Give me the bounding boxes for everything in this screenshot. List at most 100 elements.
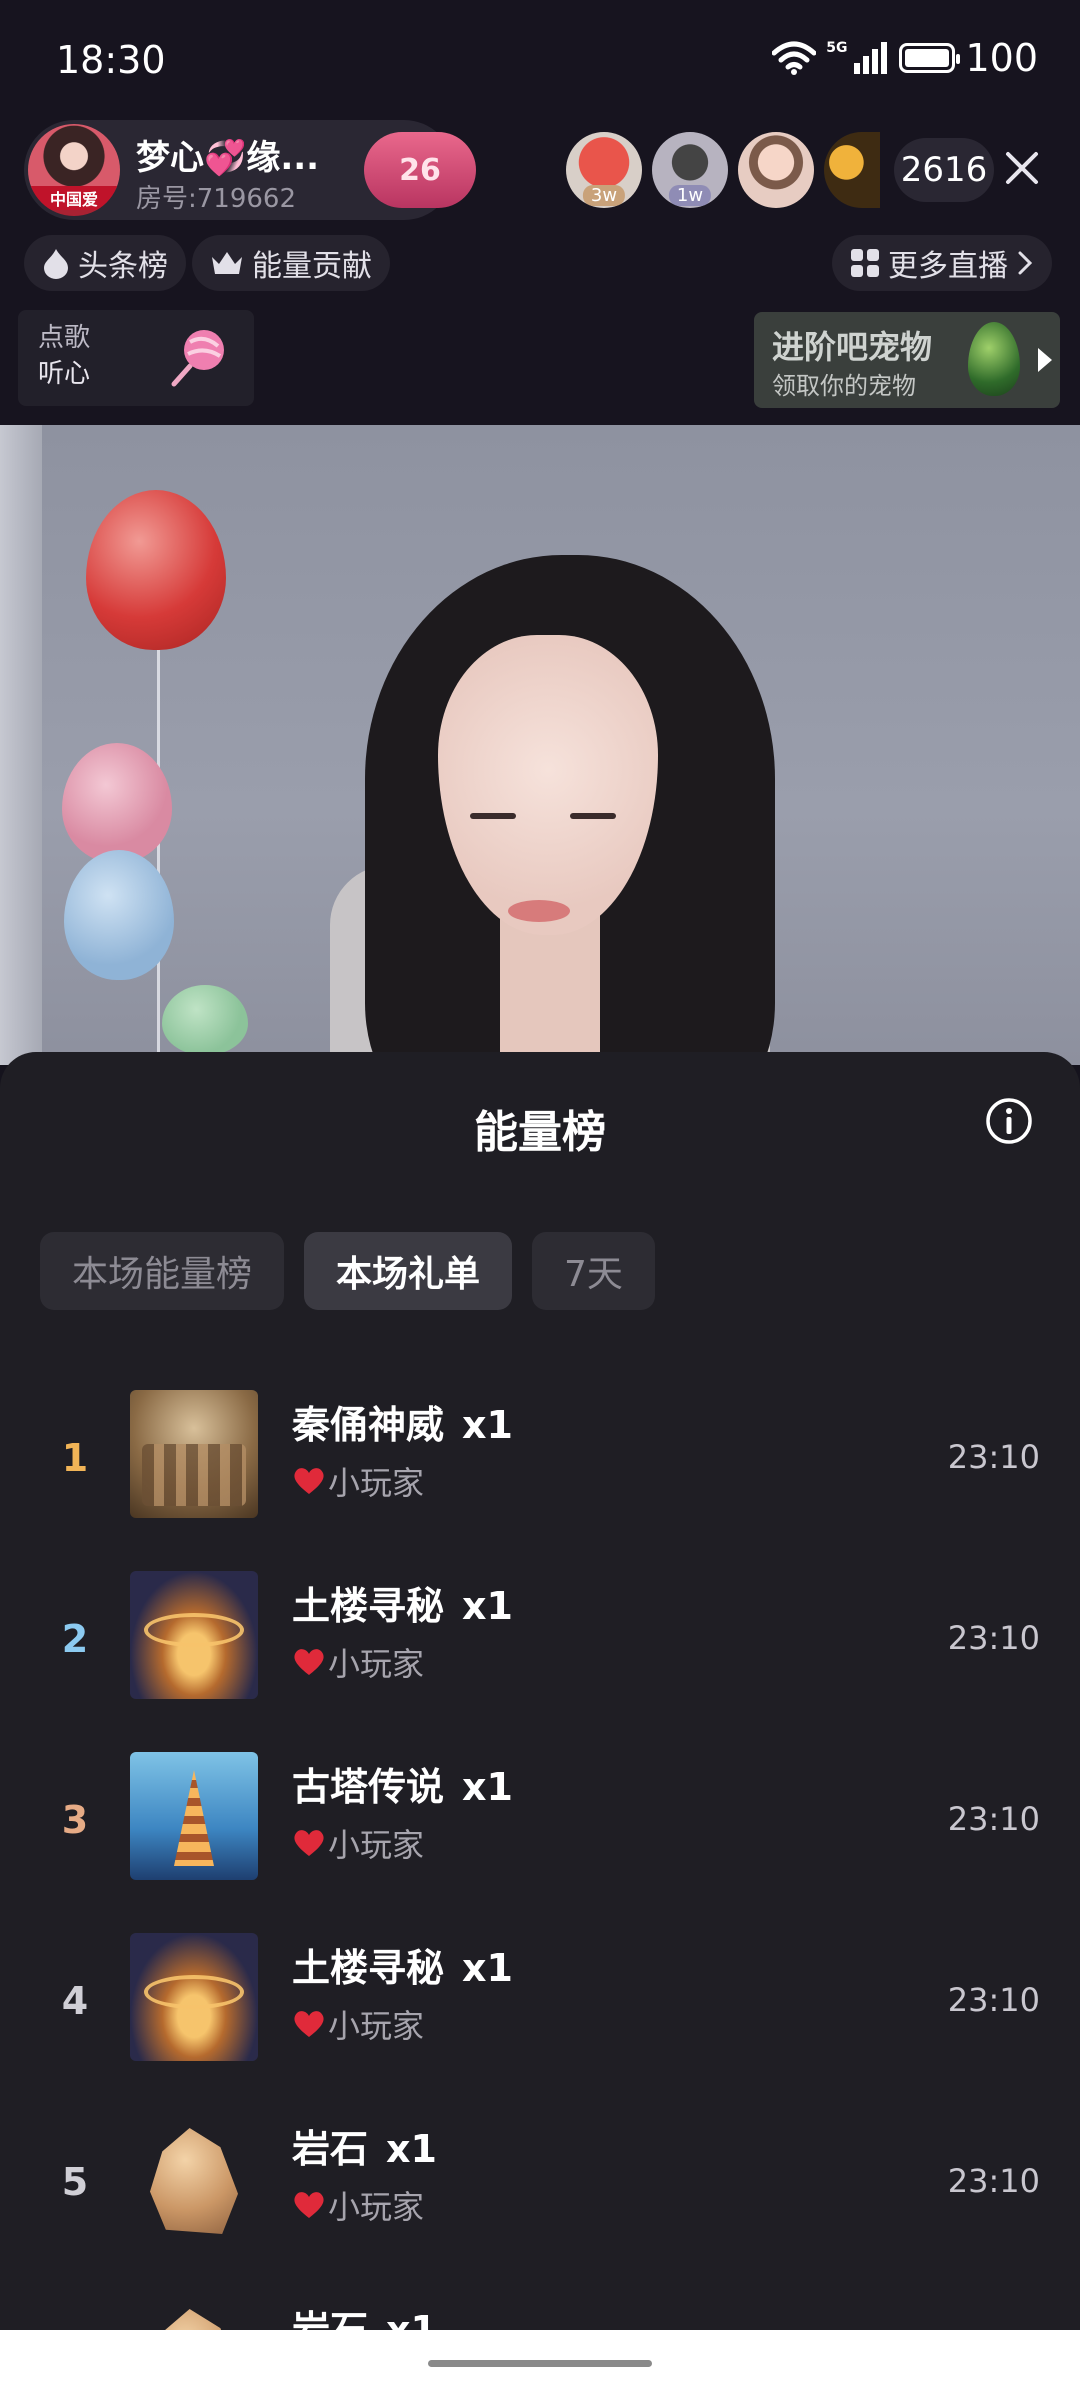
battery-level [905,49,950,67]
heart-icon [294,2192,324,2218]
sheet-title: 能量榜 [474,1107,606,1158]
gift-row[interactable]: 3 古塔传说 x1 小玩家 23:10 [0,1734,1080,1915]
gift-name: 土楼寻秘 [292,1584,445,1628]
pet-promo-subtitle: 领取你的宠物 [772,372,916,400]
host-name: 梦心💞缘... [136,138,320,178]
play-arrow-icon [1038,348,1052,372]
tulou-thumbnail [130,1933,258,2061]
song-request-card[interactable]: 点歌 听心 [18,310,254,406]
battery-percent: 100 [965,36,1038,80]
gift-name-line: 土楼寻秘 x1 [292,1575,513,1630]
status-icons: 5G 100 [772,36,1038,80]
info-icon[interactable] [984,1096,1034,1146]
gift-time: 23:10 [947,1800,1040,1838]
gift-count: x1 [462,1765,513,1809]
live-video[interactable] [0,425,1080,1065]
gift-sender-name: 小玩家 [328,2188,425,2226]
signal-icon [854,42,888,74]
status-time: 18:30 [56,38,166,82]
home-indicator[interactable] [428,2360,652,2367]
viewer-avatar[interactable] [824,132,880,208]
gift-sender: 小玩家 [292,2182,424,2228]
room-number: 房号:719662 [136,184,297,214]
wifi-icon [772,41,817,75]
close-icon[interactable] [996,142,1048,194]
energy-contribution-chip[interactable]: 能量贡献 [192,235,390,291]
heart-icon [294,1468,324,1494]
tulou-thumbnail [130,1571,258,1699]
viewer-count[interactable]: 2616 [894,138,994,202]
balloon-blue [64,850,174,980]
gift-sender-name: 小玩家 [328,1826,425,1864]
gift-sender-name: 小玩家 [328,1645,425,1683]
song-request-text: 点歌 听心 [38,320,90,392]
gift-list: 1 秦俑神威 x1 小玩家 23:10 2 土楼寻秘 x1 小玩家 23:10 3 … [0,1372,1080,2400]
gift-name: 秦俑神威 [292,1403,445,1447]
gift-rank: 3 [61,1798,89,1842]
gift-time: 23:10 [947,1438,1040,1476]
headlines-chip[interactable]: 头条榜 [24,235,186,291]
chevron-right-icon [1018,251,1033,275]
streamer-eye [570,813,616,819]
host-level-badge[interactable]: 26 [364,132,476,208]
gift-count: x1 [462,1403,513,1447]
viewer-avatar[interactable]: 3w [566,132,642,208]
pet-egg-icon [968,322,1020,396]
gift-time: 23:10 [947,1619,1040,1657]
gift-name-line: 土楼寻秘 x1 [292,1937,513,1992]
tab-session-gifts[interactable]: 本场礼单 [304,1232,513,1310]
pagoda-thumbnail [130,1752,258,1880]
crown-icon [212,252,242,274]
balloon-pink [62,743,172,863]
gift-name-line: 岩石 x1 [292,2118,437,2173]
navigation-bar [0,2330,1080,2400]
gift-name-line: 秦俑神威 x1 [292,1394,513,1449]
gift-count: x1 [462,1946,513,1990]
tab-7-days[interactable]: 7天 [532,1232,655,1310]
gift-rank: 5 [61,2160,89,2204]
gift-name-line: 古塔传说 x1 [292,1756,513,1811]
gift-name: 土楼寻秘 [292,1946,445,1990]
song-request-line1: 点歌 [38,323,91,353]
gift-sender-name: 小玩家 [328,2007,425,2045]
rock-thumbnail [130,2114,258,2242]
viewer-avatar[interactable]: 1w [652,132,728,208]
balloon-red [86,490,226,650]
host-info[interactable]: 中国爱 梦心💞缘... 房号:719662 26 [24,120,476,220]
headlines-label: 头条榜 [78,249,168,284]
gift-row[interactable]: 2 土楼寻秘 x1 小玩家 23:10 [0,1553,1080,1734]
host-avatar[interactable]: 中国爱 [28,124,120,216]
energy-contribution-label: 能量贡献 [252,249,372,284]
video-wall [0,425,42,1065]
network-type-label: 5G [826,40,848,56]
gift-row[interactable]: 5 岩石 x1 小玩家 23:10 [0,2096,1080,2277]
pet-promo-title: 进阶吧宠物 [772,328,933,366]
gift-sender: 小玩家 [292,1458,424,1504]
energy-ranking-sheet: 能量榜 本场能量榜 本场礼单 7天 1 秦俑神威 x1 小玩家 23:10 2 土… [0,1052,1080,2400]
streamer-lips [508,900,570,922]
viewer-avatar[interactable] [738,132,814,208]
heart-icon [294,2011,324,2037]
chip-row: 头条榜 能量贡献 更多直播 [0,235,1080,295]
host-avatar-tag: 中国爱 [28,186,120,210]
song-request-line2: 听心 [38,359,91,389]
more-live-chip[interactable]: 更多直播 [832,235,1052,291]
host-level: 26 [399,152,441,188]
gift-row[interactable]: 4 土楼寻秘 x1 小玩家 23:10 [0,1915,1080,2096]
viewer-badge: 1w [668,185,712,206]
gift-time: 23:10 [947,2162,1040,2200]
lollipop-icon [171,330,224,387]
gift-count: x1 [462,1584,513,1628]
gift-row[interactable]: 1 秦俑神威 x1 小玩家 23:10 [0,1372,1080,1553]
pet-promo-card[interactable]: 进阶吧宠物 领取你的宠物 [754,312,1060,408]
tab-session-energy[interactable]: 本场能量榜 [40,1232,285,1310]
flame-icon [44,249,68,279]
more-live-label: 更多直播 [888,249,1008,284]
heart-icon [294,1649,324,1675]
battery-icon [899,43,961,73]
gift-sender: 小玩家 [292,1639,424,1685]
grid-icon [851,249,879,277]
heart-icon [294,1830,324,1856]
gift-rank: 1 [61,1436,89,1480]
gift-count: x1 [386,2127,437,2171]
